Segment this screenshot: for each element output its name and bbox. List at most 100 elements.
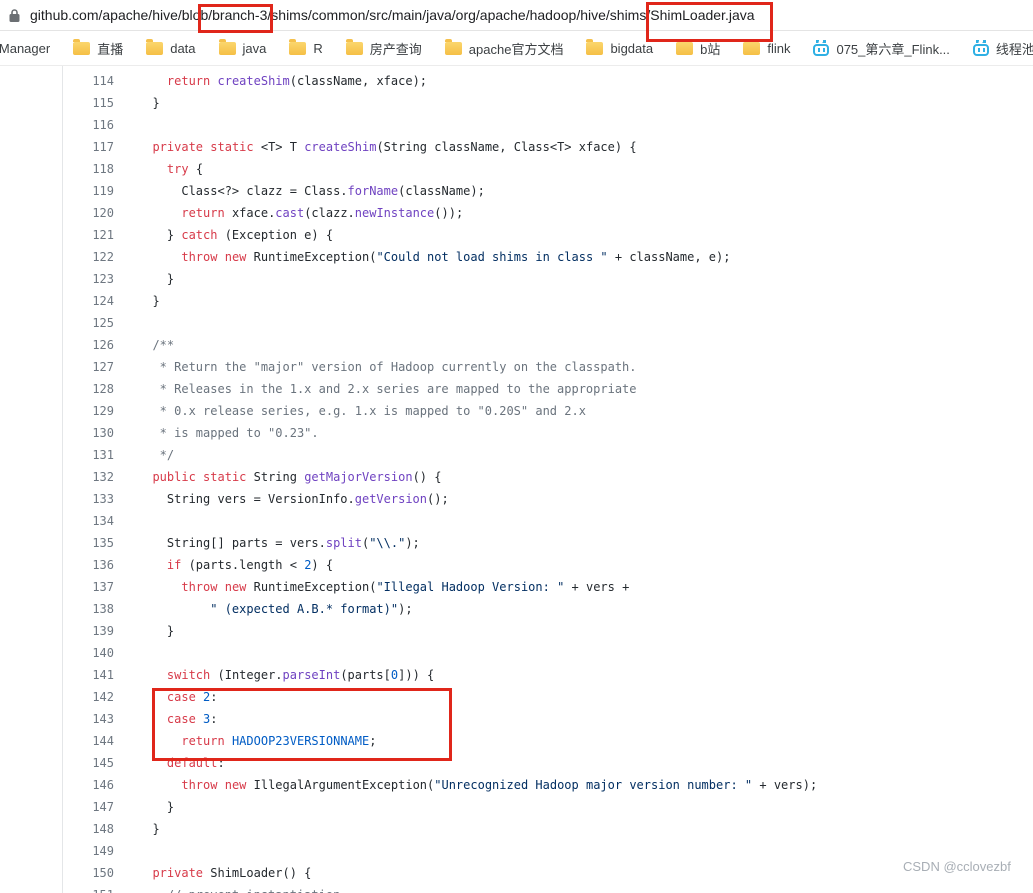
bookmark-item[interactable]: R bbox=[289, 39, 323, 56]
folder-icon bbox=[218, 39, 236, 55]
folder-icon bbox=[289, 39, 307, 55]
folder-icon bbox=[743, 39, 761, 55]
line-number[interactable]: 149 bbox=[63, 840, 114, 862]
line-number[interactable]: 115 bbox=[63, 92, 114, 114]
line-number[interactable]: 147 bbox=[63, 796, 114, 818]
line-number[interactable]: 131 bbox=[63, 444, 114, 466]
address-bar[interactable]: github.com/apache/hive/blob/branch-3/shi… bbox=[0, 0, 1033, 31]
bookmark-item[interactable]: 房产查询 bbox=[345, 39, 422, 58]
code-text: } bbox=[138, 822, 160, 836]
code-line: 141 switch (Integer.parseInt(parts[0])) … bbox=[63, 664, 1033, 686]
bookmark-label: flink bbox=[767, 40, 791, 56]
code-line: 134 bbox=[63, 510, 1033, 532]
line-number[interactable]: 129 bbox=[63, 400, 114, 422]
bookmark-item[interactable]: lManager bbox=[0, 41, 50, 56]
code-text: default: bbox=[166, 756, 225, 770]
folder-icon bbox=[676, 39, 694, 55]
code-line: 127 * Return the "major" version of Hado… bbox=[63, 356, 1033, 378]
code-text: * Releases in the 1.x and 2.x series are… bbox=[138, 382, 637, 396]
line-number[interactable]: 119 bbox=[63, 180, 114, 202]
code-text: * Return the "major" version of Hadoop c… bbox=[138, 360, 637, 374]
line-number[interactable]: 141 bbox=[63, 664, 114, 686]
url-branch-segment: b/branch-3/ bbox=[200, 7, 272, 23]
bookmark-item[interactable]: 直播 bbox=[73, 39, 123, 58]
code-line: 145 default: bbox=[63, 752, 1033, 774]
code-text: throw new IllegalArgumentException("Unre… bbox=[181, 778, 818, 792]
code-text: return HADOOP23VERSIONNAME; bbox=[181, 734, 377, 748]
bookmark-item[interactable]: bigdata bbox=[586, 39, 654, 56]
line-number[interactable]: 130 bbox=[63, 422, 114, 444]
code-text: return createShim(className, xface); bbox=[166, 74, 428, 88]
code-line: 146 throw new IllegalArgumentException("… bbox=[63, 774, 1033, 796]
code-line: 120 return xface.cast(clazz.newInstance(… bbox=[63, 202, 1033, 224]
line-number[interactable]: 136 bbox=[63, 554, 114, 576]
bookmark-item[interactable]: b站 bbox=[676, 39, 720, 58]
line-number[interactable]: 135 bbox=[63, 532, 114, 554]
line-number[interactable]: 150 bbox=[63, 862, 114, 884]
line-number[interactable]: 132 bbox=[63, 466, 114, 488]
bookmark-label: bigdata bbox=[610, 40, 654, 56]
line-number[interactable]: 122 bbox=[63, 246, 114, 268]
annotation-box-branch: b/branch-3/ bbox=[200, 7, 271, 23]
line-number[interactable]: 118 bbox=[63, 158, 114, 180]
code-text: switch (Integer.parseInt(parts[0])) { bbox=[166, 668, 435, 682]
bookmark-item[interactable]: flink bbox=[743, 39, 791, 56]
line-number[interactable]: 126 bbox=[63, 334, 114, 356]
code-line: 151 // prevent instantiation bbox=[63, 884, 1033, 893]
code-viewer: 114 return createShim(className, xface);… bbox=[0, 66, 1033, 893]
bookmark-item[interactable]: apache官方文档 bbox=[444, 39, 563, 58]
code-text: return xface.cast(clazz.newInstance()); bbox=[181, 206, 464, 220]
line-number[interactable]: 137 bbox=[63, 576, 114, 598]
line-number[interactable]: 146 bbox=[63, 774, 114, 796]
line-number[interactable]: 114 bbox=[63, 70, 114, 92]
code-line: 135 String[] parts = vers.split("\\."); bbox=[63, 532, 1033, 554]
bookmark-label: data bbox=[170, 40, 196, 56]
code-line: 116 bbox=[63, 114, 1033, 136]
code-text: // prevent instantiation bbox=[138, 884, 340, 893]
line-number[interactable]: 117 bbox=[63, 136, 114, 158]
code-text: } catch (Exception e) { bbox=[138, 228, 334, 242]
bookmark-item[interactable]: 075_第六章_Flink... bbox=[813, 39, 950, 58]
line-number[interactable]: 116 bbox=[63, 114, 114, 136]
line-number[interactable]: 120 bbox=[63, 202, 114, 224]
line-number[interactable]: 125 bbox=[63, 312, 114, 334]
line-number[interactable]: 145 bbox=[63, 752, 114, 774]
bookmark-item[interactable]: java bbox=[218, 39, 266, 56]
code-text: try { bbox=[166, 162, 204, 176]
code-line: 125 bbox=[63, 312, 1033, 334]
code-line: 147 } bbox=[63, 796, 1033, 818]
line-number[interactable]: 139 bbox=[63, 620, 114, 642]
line-number[interactable]: 143 bbox=[63, 708, 114, 730]
bookmark-item[interactable]: 线程池ThreadPool... bbox=[972, 39, 1033, 58]
code-line: 126 /** bbox=[63, 334, 1033, 356]
line-number[interactable]: 121 bbox=[63, 224, 114, 246]
code-line: 142 case 2: bbox=[63, 686, 1033, 708]
code-text: /** bbox=[138, 338, 175, 352]
line-number[interactable]: 138 bbox=[63, 598, 114, 620]
code-line: 137 throw new RuntimeException("Illegal … bbox=[63, 576, 1033, 598]
code-line: 148 } bbox=[63, 818, 1033, 840]
line-number[interactable]: 148 bbox=[63, 818, 114, 840]
line-number[interactable]: 142 bbox=[63, 686, 114, 708]
annotation-box-filename: ShimLoader.java bbox=[650, 7, 754, 23]
folder-icon bbox=[586, 39, 604, 55]
line-number[interactable]: 140 bbox=[63, 642, 114, 664]
line-number[interactable]: 144 bbox=[63, 730, 114, 752]
bookmark-item[interactable]: data bbox=[146, 39, 196, 56]
line-number[interactable]: 134 bbox=[63, 510, 114, 532]
line-number[interactable]: 124 bbox=[63, 290, 114, 312]
line-number[interactable]: 151 bbox=[63, 884, 114, 893]
code-line: 132 public static String getMajorVersion… bbox=[63, 466, 1033, 488]
line-number[interactable]: 127 bbox=[63, 356, 114, 378]
code-text: private static <T> T createShim(String c… bbox=[152, 140, 637, 154]
bookmark-label: R bbox=[313, 40, 323, 56]
code-text: * is mapped to "0.23". bbox=[138, 426, 319, 440]
line-number[interactable]: 133 bbox=[63, 488, 114, 510]
line-number[interactable]: 128 bbox=[63, 378, 114, 400]
code-text: case 2: bbox=[166, 690, 218, 704]
code-line: 114 return createShim(className, xface); bbox=[63, 70, 1033, 92]
line-number[interactable]: 123 bbox=[63, 268, 114, 290]
lock-icon[interactable] bbox=[8, 8, 21, 23]
url-text[interactable]: github.com/apache/hive/blob/branch-3/shi… bbox=[30, 7, 755, 23]
code-text: public static String getMajorVersion() { bbox=[152, 470, 442, 484]
